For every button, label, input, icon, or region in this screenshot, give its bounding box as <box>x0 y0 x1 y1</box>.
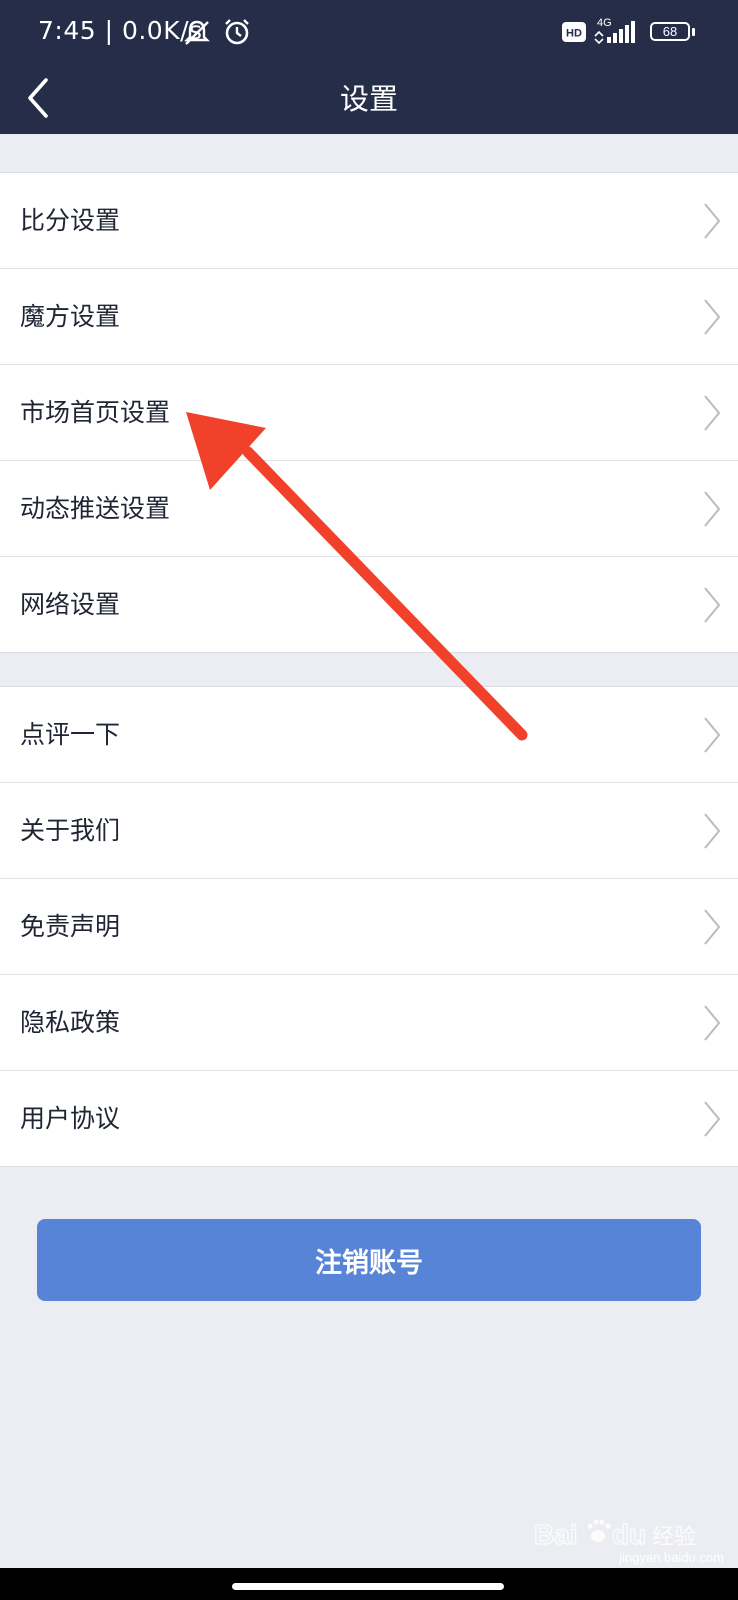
chevron-right-icon <box>704 1005 721 1041</box>
signal-icon <box>594 21 635 44</box>
settings-item-network[interactable]: 网络设置 <box>0 557 738 652</box>
settings-item-score[interactable]: 比分设置 <box>0 173 738 269</box>
settings-item-label: 网络设置 <box>20 590 121 619</box>
settings-item-about[interactable]: 关于我们 <box>0 783 738 879</box>
settings-item-label: 动态推送设置 <box>20 494 171 523</box>
settings-item-user-agreement[interactable]: 用户协议 <box>0 1071 738 1166</box>
chevron-right-icon <box>704 299 721 335</box>
chevron-right-icon <box>704 203 721 239</box>
settings-item-label: 比分设置 <box>20 206 121 235</box>
chevron-right-icon <box>704 1101 721 1137</box>
battery-icon: 68 <box>650 22 690 41</box>
svg-text:经验: 经验 <box>652 1525 696 1550</box>
settings-item-label: 隐私政策 <box>20 1008 121 1037</box>
chevron-right-icon <box>704 395 721 431</box>
home-indicator[interactable] <box>232 1583 504 1590</box>
settings-group-1: 比分设置 魔方设置 市场首页设置 动态推送设置 网络设置 <box>0 172 738 653</box>
settings-group-2: 点评一下 关于我们 免责声明 隐私政策 用户协议 <box>0 686 738 1167</box>
cancel-account-label: 注销账号 <box>315 1247 423 1279</box>
hd-icon: HD <box>562 22 586 42</box>
alarm-icon <box>225 19 249 45</box>
settings-item-label: 关于我们 <box>20 816 121 845</box>
status-bar: 7:45 | 0.0K/s HD 4G 68 <box>0 0 738 64</box>
chevron-right-icon <box>704 491 721 527</box>
chevron-right-icon <box>704 813 721 849</box>
svg-text:du: du <box>612 1519 646 1550</box>
settings-item-market-home[interactable]: 市场首页设置 <box>0 365 738 461</box>
settings-item-privacy[interactable]: 隐私政策 <box>0 975 738 1071</box>
svg-text:HD: HD <box>566 28 582 40</box>
settings-item-label: 市场首页设置 <box>20 398 171 427</box>
settings-item-label: 点评一下 <box>20 720 121 749</box>
chevron-right-icon <box>704 587 721 623</box>
battery-cap <box>692 28 695 36</box>
settings-item-label: 用户协议 <box>20 1104 121 1133</box>
battery-level: 68 <box>662 24 678 39</box>
chevron-right-icon <box>704 717 721 753</box>
status-time: 7:45 | 0.0K/s <box>38 16 203 45</box>
mute-bell-icon <box>184 20 210 45</box>
svg-text:Bai: Bai <box>534 1519 578 1550</box>
settings-item-label: 魔方设置 <box>20 302 121 331</box>
settings-item-review[interactable]: 点评一下 <box>0 687 738 783</box>
baidu-paw-logo: Bai du 经验 <box>534 1518 696 1550</box>
settings-item-cube[interactable]: 魔方设置 <box>0 269 738 365</box>
cancel-account-button[interactable]: 注销账号 <box>37 1219 701 1301</box>
settings-item-disclaimer[interactable]: 免责声明 <box>0 879 738 975</box>
baidu-jingyan-watermark: Bai du 经验 jingyan.baidu.com <box>534 1516 724 1566</box>
page-title: 设置 <box>339 82 398 116</box>
watermark-url: jingyan.baidu.com <box>619 1550 724 1565</box>
settings-item-push[interactable]: 动态推送设置 <box>0 461 738 557</box>
chevron-right-icon <box>704 909 721 945</box>
nav-bar: 设置 <box>0 64 738 134</box>
settings-item-label: 免责声明 <box>20 912 121 941</box>
